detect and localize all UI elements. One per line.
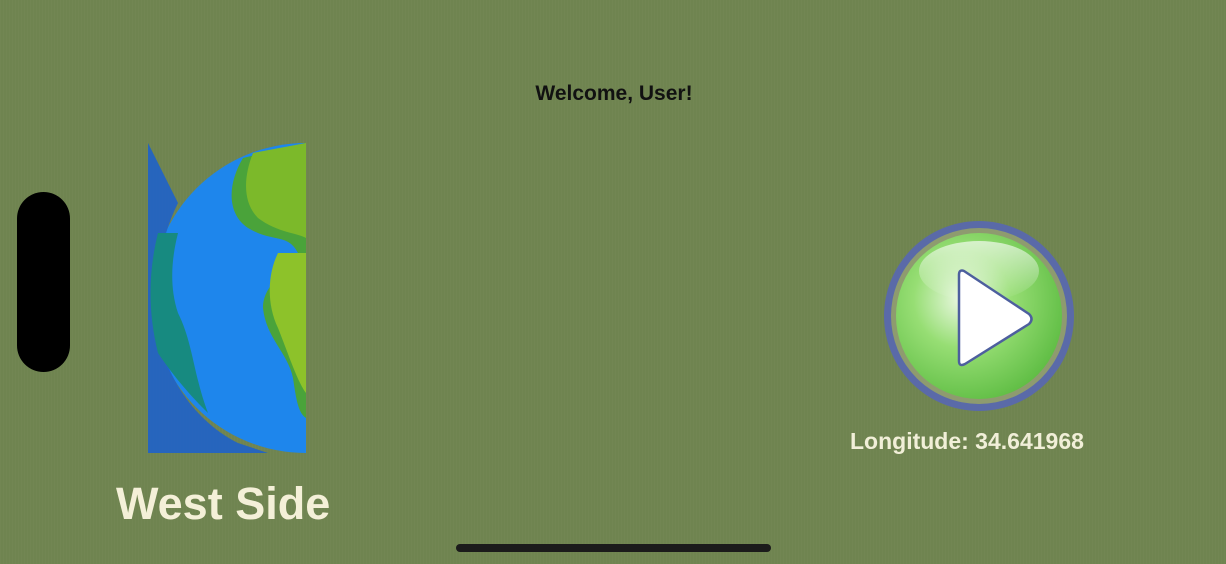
play-button[interactable] bbox=[881, 219, 1081, 419]
longitude-readout: Longitude: 34.641968 bbox=[850, 428, 1084, 454]
half-earth-globe-icon bbox=[148, 143, 308, 453]
play-icon bbox=[884, 221, 1074, 411]
app-screen: Welcome, User! West Side Longitude: 34.6… bbox=[0, 0, 1226, 564]
home-indicator[interactable] bbox=[456, 544, 771, 552]
camera-cutout bbox=[17, 192, 70, 372]
side-label: West Side bbox=[116, 478, 331, 529]
welcome-text: Welcome, User! bbox=[535, 82, 693, 105]
welcome-message: Welcome, User! bbox=[0, 82, 1226, 106]
